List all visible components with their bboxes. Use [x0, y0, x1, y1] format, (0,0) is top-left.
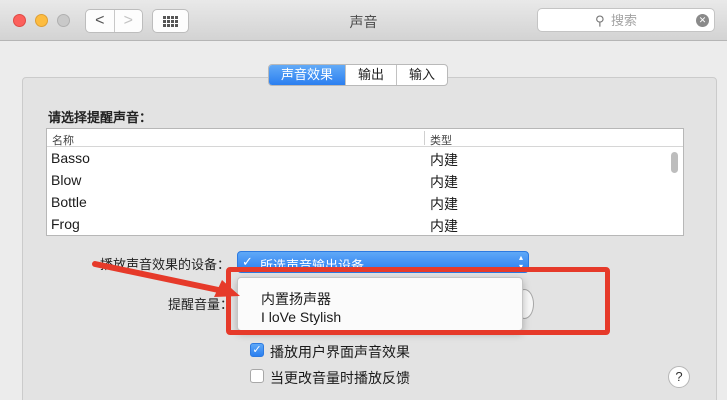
search-field[interactable]: ⚲ ✕: [537, 8, 715, 32]
annotation-highlight-box: [226, 267, 610, 335]
tab-bar: 声音效果 输出 输入: [268, 64, 449, 86]
device-label: 播放声音效果的设备：: [100, 257, 231, 272]
table-row[interactable]: Frog 内建: [47, 213, 683, 235]
clear-icon[interactable]: ✕: [696, 14, 709, 27]
sound-type: 内建: [430, 218, 458, 234]
alert-volume-label: 提醒音量：: [168, 297, 234, 312]
table-row[interactable]: Bottle 内建: [47, 191, 683, 213]
sound-name: Frog: [51, 216, 80, 232]
window-toolbar: < > 声音 ⚲ ✕: [0, 0, 727, 41]
table-scrollbar[interactable]: [671, 152, 678, 173]
sound-name: Blow: [51, 172, 82, 188]
sound-type: 内建: [430, 152, 458, 168]
sound-name: Bottle: [51, 194, 87, 210]
tab-sound-effects[interactable]: 声音效果: [269, 65, 346, 85]
search-input[interactable]: [611, 12, 691, 29]
volume-feedback-label[interactable]: 当更改音量时播放反馈: [270, 368, 410, 388]
help-button[interactable]: ?: [668, 366, 690, 388]
search-icon: ⚲: [595, 13, 605, 28]
sound-type: 内建: [430, 196, 458, 212]
column-header-type[interactable]: 类型: [430, 132, 452, 148]
alert-sound-label: 请选择提醒声音：: [48, 110, 153, 125]
alert-sound-table[interactable]: 名称 类型 Basso 内建 Blow 内建 Bottle 内建 Frog 内建: [46, 128, 684, 236]
table-header: 名称 类型: [47, 129, 683, 147]
tab-output[interactable]: 输出: [345, 65, 396, 85]
volume-feedback-checkbox[interactable]: [250, 369, 264, 383]
ui-sound-effects-checkbox[interactable]: ✓: [250, 343, 264, 357]
ui-sound-effects-label[interactable]: 播放用户界面声音效果: [270, 342, 410, 362]
sound-type: 内建: [430, 174, 458, 190]
column-header-name[interactable]: 名称: [52, 132, 74, 148]
table-row[interactable]: Blow 内建: [47, 169, 683, 191]
sound-name: Basso: [51, 150, 90, 166]
table-row[interactable]: Basso 内建: [47, 147, 683, 169]
tab-input[interactable]: 输入: [396, 65, 447, 85]
